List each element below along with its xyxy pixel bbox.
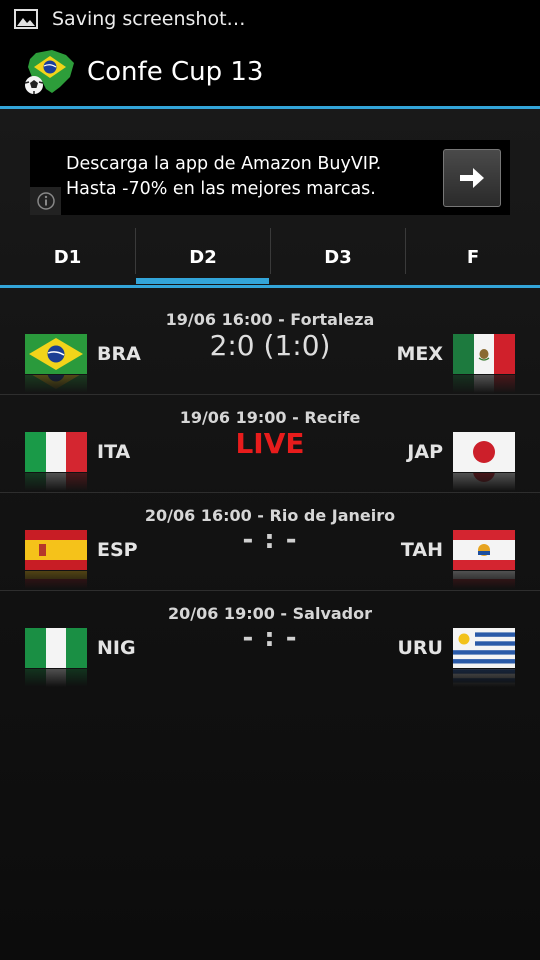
nigeria-flag-icon bbox=[25, 628, 87, 687]
info-icon[interactable] bbox=[30, 187, 61, 215]
ad-banner[interactable]: Descarga la app de Amazon BuyVIP. Hasta … bbox=[30, 140, 510, 215]
match-info: 20/06 19:00 - Salvador bbox=[167, 604, 373, 623]
match-score: - : - bbox=[242, 525, 298, 555]
away-team: JAP bbox=[407, 441, 443, 463]
home-team: BRA bbox=[97, 343, 141, 365]
mexico-flag-icon bbox=[453, 334, 515, 393]
brazil-map-ball-icon[interactable] bbox=[22, 47, 76, 97]
row-divider bbox=[0, 492, 540, 493]
ad-line-2: Hasta -70% en las mejores marcas. bbox=[66, 179, 376, 199]
action-bar: Confe Cup 13 bbox=[0, 38, 540, 106]
action-bar-divider bbox=[0, 106, 540, 109]
ad-open-button[interactable] bbox=[443, 149, 501, 207]
tab-d1[interactable]: D1 bbox=[0, 228, 135, 286]
away-team: URU bbox=[397, 637, 444, 659]
tab-f[interactable]: F bbox=[406, 228, 540, 286]
row-divider bbox=[0, 394, 540, 395]
match-score: 2:0 (1:0) bbox=[209, 329, 331, 362]
tabs-divider bbox=[0, 285, 540, 288]
japan-flag-icon bbox=[453, 432, 515, 491]
match-row[interactable]: 19/06 16:00 - Fortaleza BRA 2:0 (1:0) ME… bbox=[0, 298, 540, 395]
status-text: Saving screenshot… bbox=[52, 8, 246, 30]
match-score: - : - bbox=[242, 623, 298, 653]
ad-line-1: Descarga la app de Amazon BuyVIP. bbox=[66, 154, 382, 174]
match-row[interactable]: 20/06 19:00 - Salvador NIG - : - URU bbox=[0, 592, 540, 689]
status-bar: Saving screenshot… bbox=[0, 0, 540, 38]
tahiti-flag-icon bbox=[453, 530, 515, 589]
match-row[interactable]: 20/06 16:00 - Rio de Janeiro ESP - : - T… bbox=[0, 494, 540, 591]
image-icon bbox=[14, 9, 38, 29]
live-status: LIVE bbox=[235, 427, 305, 460]
home-team: ESP bbox=[97, 539, 138, 561]
row-divider bbox=[0, 590, 540, 591]
tab-d3[interactable]: D3 bbox=[271, 228, 405, 286]
spain-flag-icon bbox=[25, 530, 87, 589]
selected-tab-indicator bbox=[136, 278, 269, 284]
match-info: 19/06 16:00 - Fortaleza bbox=[165, 310, 375, 329]
match-info: 19/06 19:00 - Recife bbox=[179, 408, 361, 427]
italy-flag-icon bbox=[25, 432, 87, 491]
ad-text: Descarga la app de Amazon BuyVIP. Hasta … bbox=[66, 152, 381, 202]
app-title: Confe Cup 13 bbox=[87, 57, 264, 87]
away-team: MEX bbox=[396, 343, 443, 365]
away-team: TAH bbox=[400, 539, 443, 561]
uruguay-flag-icon bbox=[453, 628, 515, 687]
home-team: ITA bbox=[97, 441, 131, 463]
round-tabs: D1 D2 D3 F bbox=[0, 228, 540, 286]
brazil-flag-icon bbox=[25, 334, 87, 393]
match-row[interactable]: 19/06 19:00 - Recife ITA LIVE JAP bbox=[0, 396, 540, 493]
arrow-right-icon bbox=[460, 168, 484, 188]
home-team: NIG bbox=[97, 637, 136, 659]
match-info: 20/06 16:00 - Rio de Janeiro bbox=[144, 506, 396, 525]
